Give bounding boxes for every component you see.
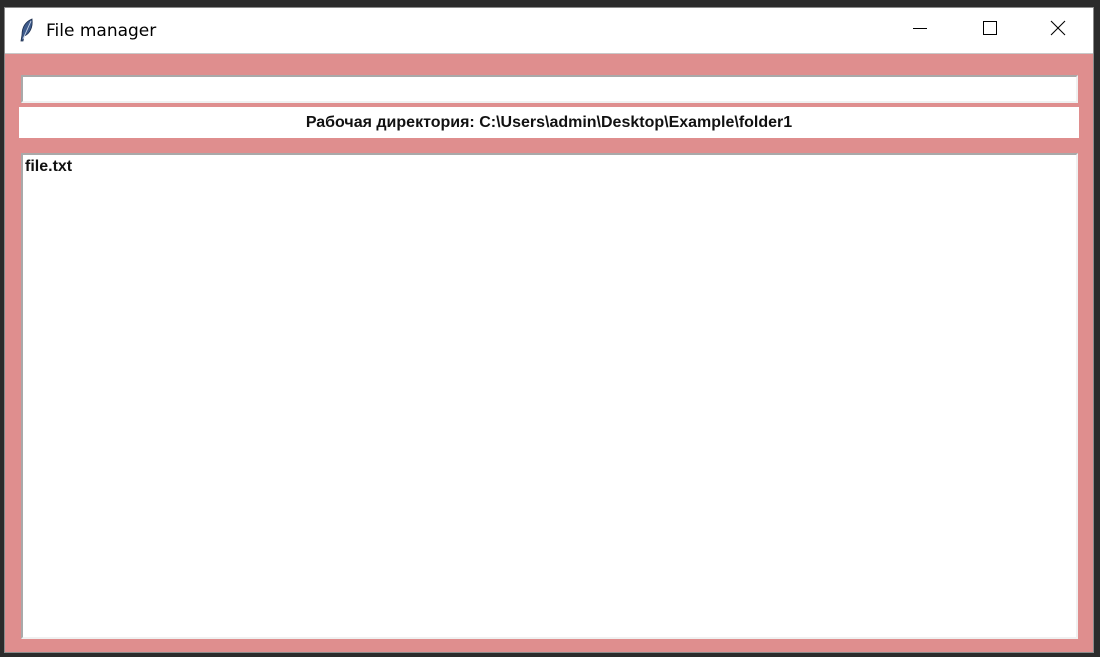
- client-area: Рабочая директория: C:\Users\admin\Deskt…: [5, 54, 1093, 652]
- close-button[interactable]: [1023, 8, 1093, 53]
- working-directory-label: Рабочая директория: C:\Users\admin\Deskt…: [19, 107, 1079, 138]
- feather-icon: [19, 18, 35, 42]
- close-icon: [1050, 20, 1066, 41]
- file-list[interactable]: file.txt: [21, 153, 1078, 639]
- window-title: File manager: [46, 21, 157, 41]
- minimize-icon: [912, 20, 928, 41]
- path-input[interactable]: [21, 75, 1078, 103]
- title-bar[interactable]: File manager: [5, 8, 1093, 54]
- maximize-button[interactable]: [955, 8, 1025, 53]
- maximize-icon: [982, 20, 998, 41]
- minimize-button[interactable]: [885, 8, 955, 53]
- list-item[interactable]: file.txt: [23, 157, 1076, 177]
- app-window: File manager Рабочая директория: C:\User…: [4, 7, 1094, 653]
